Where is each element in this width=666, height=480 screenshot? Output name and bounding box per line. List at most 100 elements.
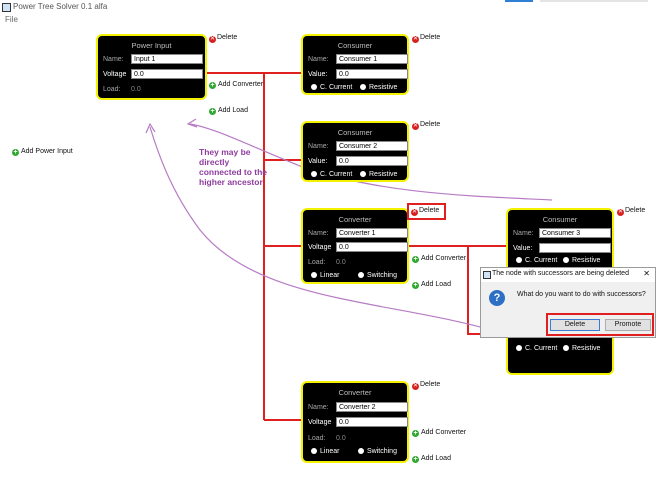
name-label: Name: [513,230,534,237]
name-input[interactable]: Consumer 2 [336,141,408,151]
converter1-add-converter-button[interactable]: + Add Converter [412,255,466,263]
add-icon: + [209,82,216,89]
add-power-input-label: Add Power Input [21,148,73,155]
name-label: Name: [308,404,329,411]
successor-dialog[interactable]: The node with successors are being delet… [480,267,656,338]
converter1-node[interactable]: Converter Name: Converter 1 Voltage 0.0 … [301,208,409,284]
radio-c-current[interactable]: C. Current [516,345,557,352]
voltage-label: Voltage [103,71,127,78]
name-label: Name: [103,56,124,63]
delete-icon: ✕ [412,36,419,43]
radio-label: Resistive [572,257,601,264]
dialog-message: What do you want to do with successors? [517,291,646,298]
radio-c-current[interactable]: C. Current [311,84,352,91]
question-icon: ? [489,290,505,306]
radio-dot [311,272,317,278]
value-label: Value: [513,245,533,252]
radio-resistive[interactable]: Resistive [360,171,397,178]
name-input[interactable]: Consumer 3 [539,228,611,238]
power-input-add-converter-button[interactable]: + Add Converter [209,81,263,89]
close-icon[interactable]: ✕ [643,269,650,278]
node-title: Converter [338,215,372,224]
consumer1-delete-button[interactable]: ✕ Delete [412,34,440,43]
voltage-label: Voltage [308,244,332,251]
value-input[interactable]: 0.0 [336,69,408,79]
name-input[interactable]: Converter 2 [336,402,408,412]
consumer2-node[interactable]: Consumer Name: Consumer 2 Value: 0.0 C. … [301,121,409,182]
node-title: Consumer [542,215,578,224]
radio-label: Linear [320,272,340,279]
radio-label: Switching [367,272,397,279]
delete-icon: ✕ [209,36,216,43]
radio-label: Resistive [369,171,398,178]
dialog-promote-button[interactable]: Promote [605,319,651,331]
name-input[interactable]: Consumer 1 [336,54,408,64]
radio-c-current[interactable]: C. Current [311,171,352,178]
radio-label: C. Current [525,257,558,264]
radio-resistive[interactable]: Resistive [563,257,600,264]
voltage-input[interactable]: 0.0 [336,417,408,427]
load-label: Load: [308,435,326,442]
add-load-label: Add Load [421,281,451,288]
radio-label: Linear [320,448,340,455]
converter1-delete-button[interactable]: ✕ Delete [411,207,439,216]
radio-resistive[interactable]: Resistive [360,84,397,91]
power-input-node[interactable]: Power Input Name: Input 1 Voltage 0.0 Lo… [96,34,207,100]
radio-label: Resistive [369,84,398,91]
add-icon: + [209,108,216,115]
consumer1-node[interactable]: Consumer Name: Consumer 1 Value: 0.0 C. … [301,34,409,95]
converter2-delete-button[interactable]: ✕ Delete [412,381,440,390]
name-label: Name: [308,143,329,150]
converter2-add-load-button[interactable]: + Add Load [412,455,451,463]
value-input[interactable] [539,243,611,253]
converter2-add-converter-button[interactable]: + Add Converter [412,429,466,437]
radio-c-current[interactable]: C. Current [516,257,557,264]
radio-dot [360,84,366,90]
value-label: Value: [308,158,328,165]
value-input[interactable]: 0.0 [336,156,408,166]
delete-label: Delete [419,207,440,214]
radio-linear[interactable]: Linear [311,448,339,455]
converter1-add-load-button[interactable]: + Add Load [412,281,451,289]
node-title: Power Input [131,41,172,50]
annotation-text: They may be directly connected to the hi… [199,147,268,187]
radio-dot [311,84,317,90]
power-input-delete-button[interactable]: ✕ Delete [209,34,237,43]
name-input[interactable]: Converter 1 [336,228,408,238]
radio-switching[interactable]: Switching [358,448,397,455]
dialog-title: The node with successors are being delet… [492,270,629,277]
radio-dot [516,345,522,351]
radio-dot [563,345,569,351]
radio-dot [311,171,317,177]
radio-label: Switching [367,448,397,455]
consumer3-delete-button[interactable]: ✕ Delete [617,207,645,216]
add-icon: + [412,256,419,263]
radio-switching[interactable]: Switching [358,272,397,279]
voltage-input[interactable]: 0.0 [131,69,203,79]
converter2-node[interactable]: Converter Name: Converter 2 Voltage 0.0 … [301,381,409,463]
delete-label: Delete [625,207,646,214]
node-title: Consumer [337,41,373,50]
delete-label: Delete [420,121,441,128]
voltage-input[interactable]: 0.0 [336,242,408,252]
load-value: 0.0 [336,259,346,266]
radio-resistive[interactable]: Resistive [563,345,600,352]
value-label: Value: [308,71,328,78]
name-label: Name: [308,56,329,63]
arrow-consumer3-head [186,118,198,128]
name-input[interactable]: Input 1 [131,54,203,64]
dialog-app-icon [483,271,491,279]
dialog-delete-button[interactable]: Delete [550,319,600,331]
delete-label: Delete [420,381,441,388]
radio-label: C. Current [525,345,558,352]
radio-dot [358,448,364,454]
consumer2-delete-button[interactable]: ✕ Delete [412,121,440,130]
add-converter-label: Add Converter [421,429,467,436]
radio-dot [311,448,317,454]
name-label: Name: [308,230,329,237]
power-input-add-load-button[interactable]: + Add Load [209,107,248,115]
add-converter-label: Add Converter [218,81,264,88]
radio-linear[interactable]: Linear [311,272,339,279]
add-icon: + [412,430,419,437]
add-power-input-button[interactable]: + Add Power Input [12,148,73,156]
